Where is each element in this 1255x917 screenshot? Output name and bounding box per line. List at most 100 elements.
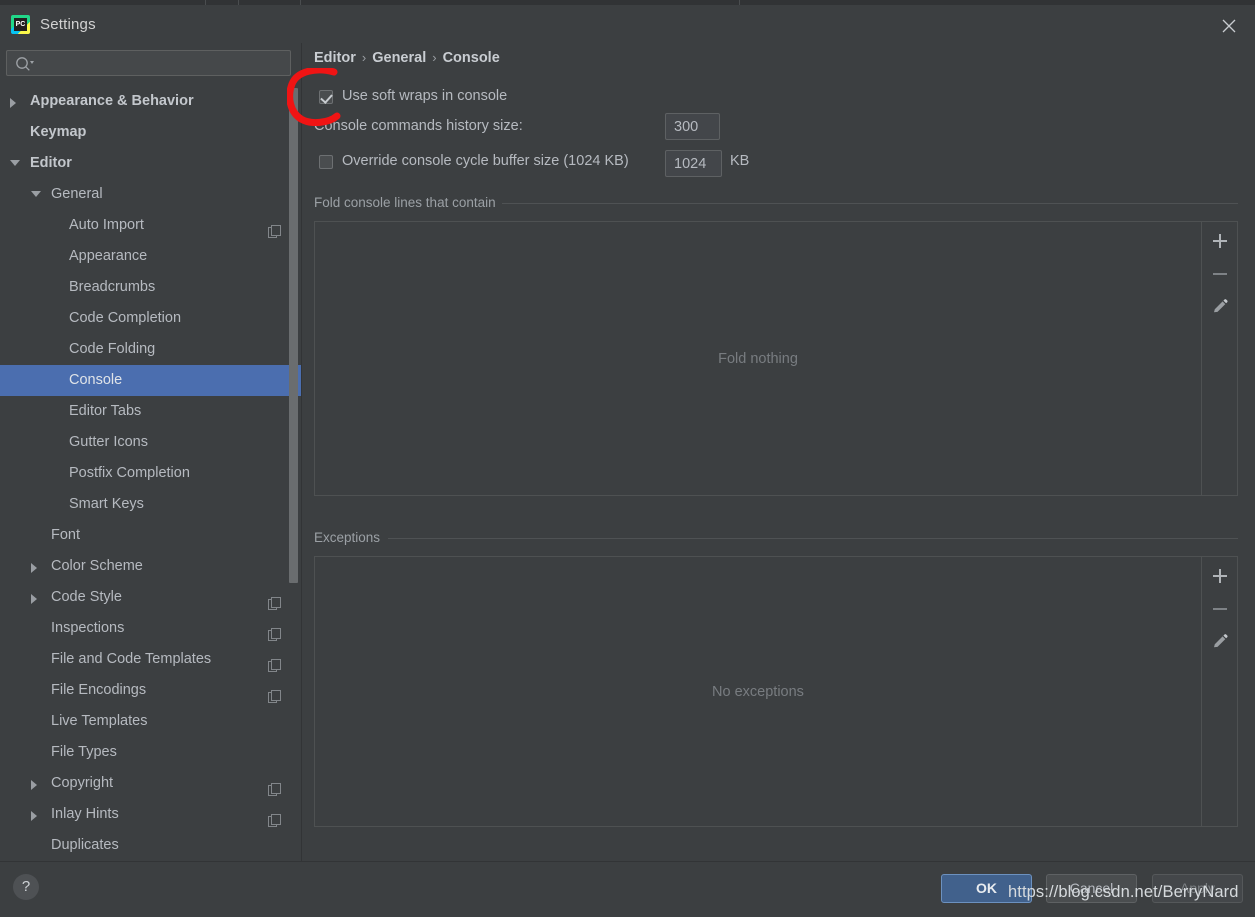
search-field[interactable]	[6, 50, 291, 76]
sidebar-item-file-types[interactable]: File Types	[0, 737, 301, 768]
sidebar-item-copyright[interactable]: Copyright	[0, 768, 301, 799]
sidebar-item-editor-tabs[interactable]: Editor Tabs	[0, 396, 301, 427]
apply-button[interactable]: Apply	[1152, 874, 1243, 903]
sidebar-item-inspections[interactable]: Inspections	[0, 613, 301, 644]
breadcrumb-editor[interactable]: Editor	[314, 50, 356, 66]
sidebar-item-appearance-behavior[interactable]: Appearance & Behavior	[0, 86, 301, 117]
sidebar-item-font[interactable]: Font	[0, 520, 301, 551]
fold-edit-button[interactable]	[1202, 290, 1238, 324]
fold-rules-panel[interactable]: Fold nothing	[314, 221, 1238, 496]
chevron-right-icon[interactable]	[31, 563, 37, 573]
override-buffer-input[interactable]	[665, 150, 722, 177]
sidebar-item-general[interactable]: General	[0, 179, 301, 210]
history-size-label: Console commands history size:	[314, 118, 523, 134]
sidebar-item-label: Console	[69, 372, 123, 388]
breadcrumb-general[interactable]: General	[372, 50, 426, 66]
breadcrumb-separator-2: ›	[432, 50, 437, 65]
sidebar-item-code-completion[interactable]: Code Completion	[0, 303, 301, 334]
pencil-icon	[1211, 633, 1229, 656]
close-icon[interactable]	[1212, 13, 1246, 39]
sidebar-item-label: Inspections	[51, 620, 125, 636]
sidebar-item-keymap[interactable]: Keymap	[0, 117, 301, 148]
sidebar-item-code-folding[interactable]: Code Folding	[0, 334, 301, 365]
sidebar-item-label: Editor	[30, 155, 72, 171]
fold-rules-toolbar	[1201, 222, 1237, 495]
sidebar-item-appearance[interactable]: Appearance	[0, 241, 301, 272]
search-input[interactable]	[41, 51, 286, 75]
sidebar-item-label: Appearance & Behavior	[30, 93, 194, 109]
settings-tree: Appearance & Behavior Keymap Editor General…	[0, 86, 301, 861]
fold-add-button[interactable]	[1202, 224, 1238, 258]
copy-icon	[268, 777, 281, 796]
sidebar-item-file-encodings[interactable]: File Encodings	[0, 675, 301, 706]
chevron-down-icon[interactable]	[10, 160, 20, 166]
sidebar-item-gutter-icons[interactable]: Gutter Icons	[0, 427, 301, 458]
fold-section-title: Fold console lines that contain	[314, 195, 496, 210]
sidebar-item-file-and-code-templates[interactable]: File and Code Templates	[0, 644, 301, 675]
settings-content: Editor › General › Console Use soft wraps in…	[302, 43, 1255, 861]
sidebar-item-breadcrumbs[interactable]: Breadcrumbs	[0, 272, 301, 303]
sidebar-item-label: Keymap	[30, 124, 87, 140]
chevron-right-icon[interactable]	[31, 594, 37, 604]
history-size-input[interactable]	[665, 113, 720, 140]
copy-icon	[268, 808, 281, 827]
exceptions-remove-button[interactable]	[1202, 592, 1238, 626]
sidebar-item-label: Editor Tabs	[69, 403, 142, 419]
sidebar-item-postfix-completion[interactable]: Postfix Completion	[0, 458, 301, 489]
fold-remove-button[interactable]	[1202, 257, 1238, 291]
settings-sidebar: Appearance & Behavior Keymap Editor General…	[0, 43, 301, 861]
sidebar-item-label: Code Style	[51, 589, 122, 605]
override-buffer-unit: KB	[730, 153, 750, 169]
exceptions-section-title: Exceptions	[314, 530, 381, 545]
title-bar: PC Settings	[0, 5, 1255, 43]
override-buffer-label[interactable]: Override console cycle buffer size (1024…	[342, 153, 629, 169]
copy-icon	[268, 622, 281, 641]
ok-button[interactable]: OK	[941, 874, 1032, 903]
sidebar-item-color-scheme[interactable]: Color Scheme	[0, 551, 301, 582]
copy-icon	[268, 219, 281, 238]
sidebar-item-console[interactable]: Console	[0, 365, 301, 396]
sidebar-item-smart-keys[interactable]: Smart Keys	[0, 489, 301, 520]
chevron-right-icon[interactable]	[31, 811, 37, 821]
sidebar-item-label: Font	[51, 527, 81, 543]
exceptions-section-rule	[388, 538, 1238, 539]
exceptions-add-button[interactable]	[1202, 559, 1238, 593]
sidebar-item-label: Color Scheme	[51, 558, 143, 574]
sidebar-scrollbar-thumb[interactable]	[289, 88, 298, 583]
chevron-right-icon[interactable]	[10, 98, 16, 108]
sidebar-item-live-templates[interactable]: Live Templates	[0, 706, 301, 737]
copy-icon	[268, 684, 281, 703]
sidebar-item-label: Postfix Completion	[69, 465, 190, 481]
fold-section-rule	[502, 203, 1238, 204]
sidebar-item-editor[interactable]: Editor	[0, 148, 301, 179]
sidebar-item-label: Auto Import	[69, 217, 144, 233]
copy-icon	[268, 653, 281, 672]
minus-icon	[1213, 608, 1227, 610]
sidebar-item-label: Gutter Icons	[69, 434, 148, 450]
sidebar-item-label: Appearance	[69, 248, 148, 264]
cancel-button[interactable]: Cancel	[1046, 874, 1137, 903]
chevron-right-icon[interactable]	[31, 780, 37, 790]
exceptions-panel[interactable]: No exceptions	[314, 556, 1238, 827]
breadcrumb-console: Console	[442, 50, 500, 66]
sidebar-item-duplicates[interactable]: Duplicates	[0, 830, 301, 861]
soft-wraps-label[interactable]: Use soft wraps in console	[342, 88, 507, 104]
override-buffer-checkbox[interactable]	[319, 155, 333, 169]
sidebar-item-code-style[interactable]: Code Style	[0, 582, 301, 613]
sidebar-item-label: Code Completion	[69, 310, 182, 326]
sidebar-item-label: Smart Keys	[69, 496, 144, 512]
sidebar-item-label: Live Templates	[51, 713, 148, 729]
help-button[interactable]: ?	[13, 874, 39, 900]
sidebar-item-label: File Encodings	[51, 682, 147, 698]
sidebar-item-inlay-hints[interactable]: Inlay Hints	[0, 799, 301, 830]
sidebar-item-auto-import[interactable]: Auto Import	[0, 210, 301, 241]
exceptions-empty-text: No exceptions	[712, 683, 804, 700]
sidebar-item-label: Duplicates	[51, 837, 119, 853]
sidebar-item-label: Breadcrumbs	[69, 279, 156, 295]
sidebar-item-label: File and Code Templates	[51, 651, 212, 667]
soft-wraps-checkbox[interactable]	[319, 90, 333, 104]
exceptions-edit-button[interactable]	[1202, 625, 1238, 659]
pencil-icon	[1211, 298, 1229, 321]
chevron-down-icon[interactable]	[31, 191, 41, 197]
settings-dialog: PC Settings Appearance & Behavior Keymap E…	[0, 0, 1255, 917]
